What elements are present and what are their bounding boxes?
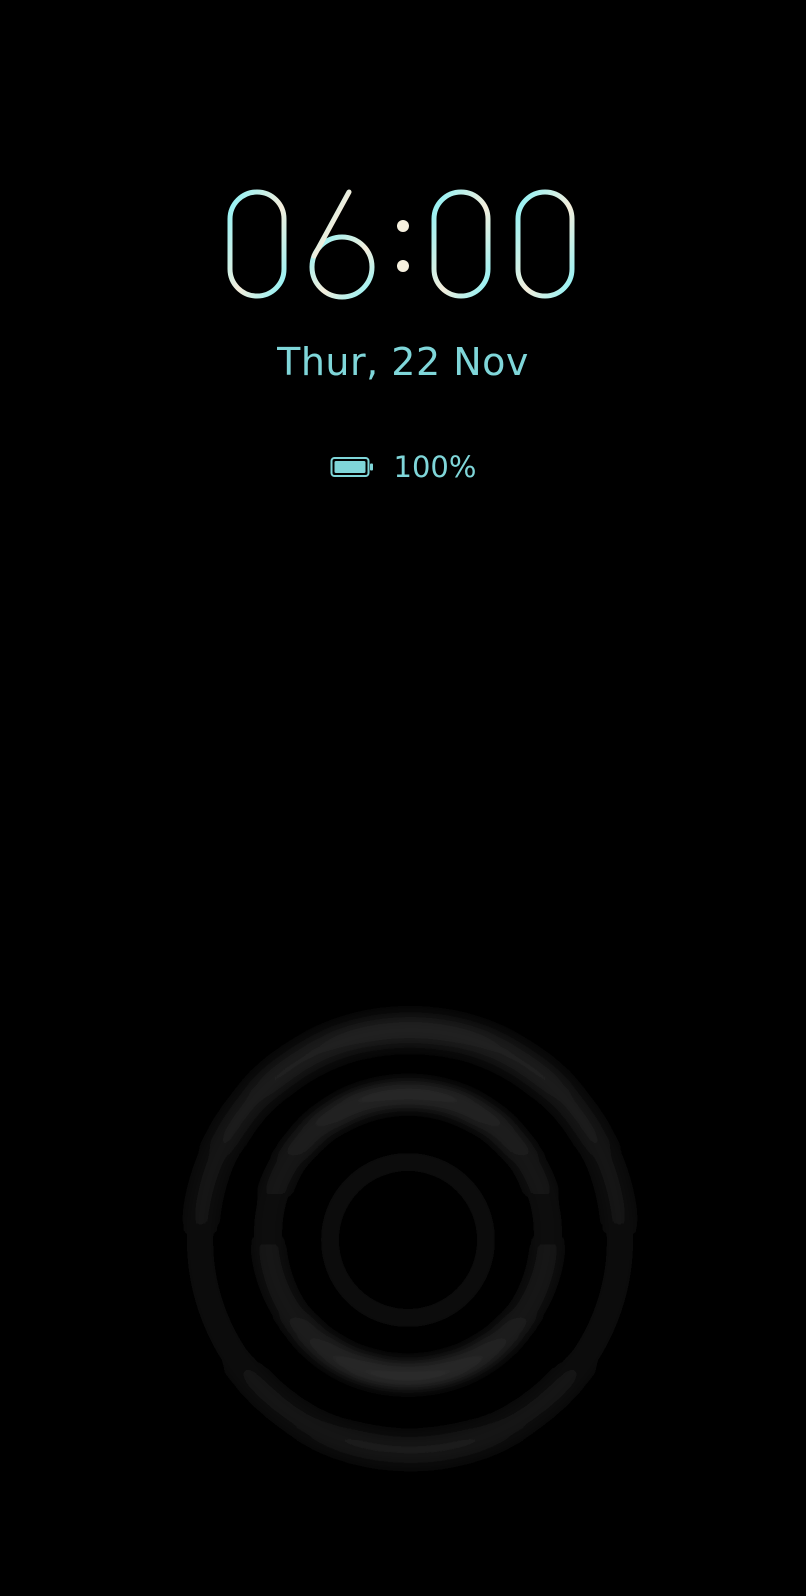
battery-percentage: 100%: [393, 450, 477, 484]
clock-digit-minute-tens: [431, 189, 491, 299]
clock-colon: [397, 220, 409, 272]
clock-digit-hour-tens: [227, 189, 287, 299]
battery-status: 100%: [0, 450, 806, 484]
clock-time: [227, 189, 575, 300]
ripple-ring-middle: [254, 1081, 562, 1389]
battery-full-icon: [330, 457, 373, 477]
always-on-display: Thur, 22 Nov 100%: [0, 0, 806, 1596]
clock-digit-hour-ones: [309, 189, 375, 300]
ripple-ring-inner: [321, 1153, 495, 1327]
fingerprint-ripple-icon[interactable]: [150, 990, 670, 1510]
clock-digit-minute-ones: [515, 189, 575, 299]
date-label: Thur, 22 Nov: [277, 340, 529, 384]
